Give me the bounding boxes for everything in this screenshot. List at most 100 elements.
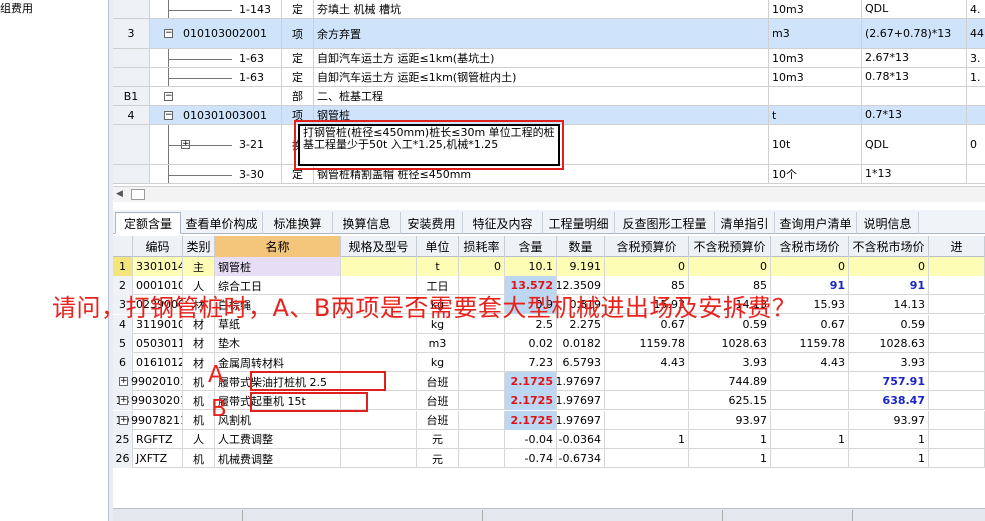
cell-tax_budget: 0 [605,257,689,276]
cell-tax_budget: 4.43 [605,353,689,372]
tab-6[interactable]: 工程量明细 [543,212,615,234]
column-header-2[interactable]: 名称 [215,236,341,257]
scroll-left-arrow-icon[interactable]: ◀ [116,189,123,199]
cell-tax_budget [605,449,689,468]
cell-tax_budget [605,410,689,430]
column-header-11[interactable]: 不含税市场价 [849,236,929,257]
cell-no: 1 [113,257,133,276]
cell-extra [929,314,985,334]
cell-loss: 0 [459,257,505,276]
cell-kind: 人 [183,429,215,449]
cell-code: 33010142Z [133,257,183,276]
bill-row-number: B1 [113,87,150,105]
expand-icon[interactable]: + [119,377,128,387]
resource-row[interactable]: 601610126材金属周转材料kg7.236.57934.433.934.43… [113,353,985,372]
bill-row[interactable]: 1-63 定自卸汽车运土方 运距≤1km(基坑土) 10m3 2.67*13 3. [113,49,985,68]
resource-table-header: 编码 类别 名称 规格及型号 单位 损耗率 含量 数量 含税预算价 不含税预算价 含税市场价 不含税市… [113,236,985,257]
left-pane: 组费用 [0,0,113,521]
cell-tax_market: 4.43 [771,353,849,372]
bill-code: 1-63 [239,70,264,84]
collapse-icon[interactable]: − [164,29,173,38]
resource-row[interactable]: 133010142Z主钢管桩t010.19.1910000 [113,257,985,276]
cell-name: 钢管桩 [215,257,341,276]
cell-notax_market: 0 [849,257,929,276]
resource-row[interactable]: 13+990302015机履带式起重机 15t台班2.17251.9769762… [113,391,985,411]
bill-code: 1-143 [239,2,271,16]
cell-no: 6 [113,353,133,372]
column-header-1[interactable]: 类别 [183,236,215,257]
bill-name: 自卸汽车运土方 运距≤1km(钢管桩内土) [314,68,769,86]
tab-3[interactable]: 换算信息 [333,212,401,234]
upper-horizontal-scrollbar[interactable]: ◀ [113,186,985,202]
cell-code: 01610126 [133,353,183,372]
bill-row-number [113,165,150,183]
cell-spec [341,353,417,372]
cell-no: 25 [113,429,133,449]
bill-quantity-expression: 1*13 [862,165,967,183]
bill-quantity: 1. [967,68,985,86]
bill-unit: t [769,106,862,124]
tab-8[interactable]: 清单指引 [715,212,775,234]
collapse-icon[interactable]: − [164,110,173,120]
bill-row-number: 3 [113,19,150,48]
cell-notax_market: 1 [849,429,929,449]
bill-row-code-cell: −010301003001 [150,106,282,124]
bill-row[interactable]: 1-143 定夯填土 机械 槽坑 10m3 QDL 4. [113,0,985,19]
tab-2[interactable]: 标准换算 [263,212,333,234]
cell-notax_budget: 93.97 [689,410,771,430]
cell-content: 2.1725 [505,372,557,392]
column-header-0[interactable]: 编码 [133,236,183,257]
bill-code: 3-30 [239,167,264,181]
expand-icon[interactable]: + [119,396,128,406]
tab-4[interactable]: 安装费用 [401,212,463,234]
column-header-4[interactable]: 单位 [417,236,459,257]
resource-row[interactable]: 26 JXFTZ 机机械费调整 元 -0.74 -0.6734 1 1 [113,449,985,468]
column-header-6[interactable]: 含量 [505,236,557,257]
cell-extra [929,449,985,468]
column-header-7[interactable]: 数量 [557,236,605,257]
cell-code: 05030119 [133,333,183,353]
column-header-3[interactable]: 规格及型号 [341,236,417,257]
tab-10[interactable]: 说明信息 [857,212,919,234]
bill-quantity-expression: 0.7*13 [862,106,967,124]
tab-0[interactable]: 定额含量 [115,212,181,234]
bill-name: 夯填土 机械 槽坑 [314,0,769,18]
bill-code: 3-21 [239,138,264,151]
cell-tax_market [771,410,849,430]
column-header-12[interactable]: 进 [929,236,985,257]
bill-row[interactable]: B1 − 部二、桩基工程 [113,87,985,106]
bill-unit: m3 [769,19,862,48]
resource-row[interactable]: 25 RGFTZ 人人工费调整元 -0.04 -0.0364 1 1 1 1 [113,429,985,449]
cell-kind: 机 [183,449,215,468]
resource-row[interactable]: 7+990201010机履带式柴油打桩机 2.5台班2.17251.976977… [113,372,985,392]
cell-code: +990782110 [115,410,183,430]
bill-row[interactable]: 1-63 定自卸汽车运土方 运距≤1km(钢管桩内土) 10m3 0.78*13 1. [113,68,985,87]
cell-unit: t [417,257,459,276]
collapse-icon[interactable]: − [164,91,173,101]
cell-notax_budget: 1 [689,449,771,468]
column-header-9[interactable]: 不含税预算价 [689,236,771,257]
tab-9[interactable]: 查询用户清单 [775,212,857,234]
tab-1[interactable]: 查看单价构成 [181,212,263,234]
column-header-5[interactable]: 损耗率 [459,236,505,257]
bill-type: 项 [282,19,314,48]
bill-code: 1-63 [239,51,264,65]
bill-row[interactable]: 3 − 010103002001 项余方弃置 m3 (2.67+0.78)*13 44 [113,19,985,49]
expand-icon[interactable]: + [119,415,128,425]
resource-row[interactable]: 19+990782110机风割机台班2.17251.9769793.9793.9… [113,410,985,430]
resource-row[interactable]: 505030119材垫木m30.020.01821159.781028.6311… [113,333,985,353]
column-header-8[interactable]: 含税预算价 [605,236,689,257]
cell-tax_budget [605,372,689,392]
cell-extra [929,429,985,449]
bill-quantity: 44 [967,19,985,48]
column-header-10[interactable]: 含税市场价 [771,236,849,257]
cell-code: JXFTZ [133,449,183,468]
cell-spec [341,257,417,276]
tab-5[interactable]: 特征及内容 [463,212,543,234]
tab-7[interactable]: 反查图形工程量 [615,212,715,234]
red-box-item-b [250,392,368,412]
cell-name: 风割机 [215,410,341,430]
scroll-thumb[interactable] [131,189,145,200]
cell-qty: 9.191 [557,257,605,276]
cell-notax_budget: 0 [689,257,771,276]
